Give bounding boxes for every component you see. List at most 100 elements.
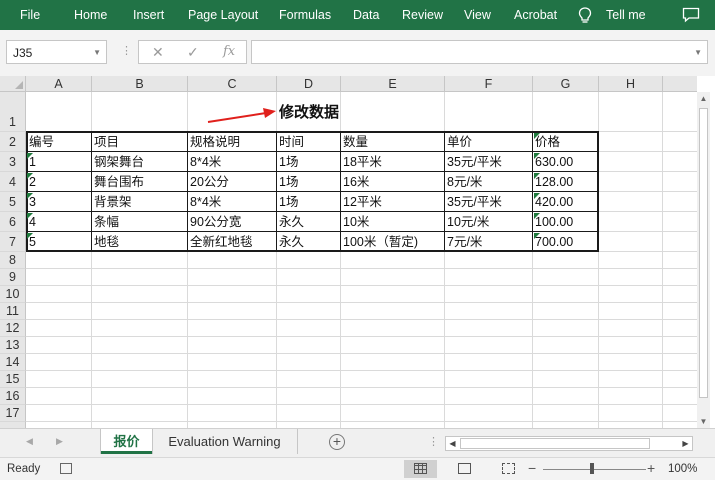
row-header-3[interactable]: 3 <box>0 152 26 172</box>
row-header-13[interactable]: 13 <box>0 337 26 354</box>
table-cell[interactable]: 永久 <box>277 232 340 252</box>
table-cell[interactable]: 永久 <box>277 212 340 232</box>
row-header-11[interactable]: 11 <box>0 303 26 320</box>
column-header-e[interactable]: E <box>341 76 445 92</box>
tab-scroll-left-icon[interactable]: ◀ <box>26 436 33 447</box>
column-header-g[interactable]: G <box>533 76 599 92</box>
table-cell[interactable]: 7元/米 <box>445 232 532 252</box>
header-cell-time[interactable]: 时间 <box>277 132 340 152</box>
comments-icon[interactable] <box>682 7 700 23</box>
tab-page-layout[interactable]: Page Layout <box>188 8 258 22</box>
tab-view[interactable]: View <box>464 8 491 22</box>
header-cell-quantity[interactable]: 数量 <box>341 132 444 152</box>
column-header-b[interactable]: B <box>92 76 188 92</box>
error-indicator-icon[interactable] <box>27 193 33 199</box>
cancel-icon[interactable]: ✕ <box>152 44 164 61</box>
sheet-tab-quote[interactable]: 报价 <box>101 429 152 454</box>
row-header-7[interactable]: 7 <box>0 232 26 252</box>
tab-scroll-right-icon[interactable]: ▶ <box>56 436 63 447</box>
vertical-dots-icon[interactable]: ⋮ <box>428 435 439 448</box>
name-box[interactable]: J35 ▼ <box>6 40 107 64</box>
table-cell[interactable]: 舞台围布 <box>92 172 187 192</box>
table-cell[interactable]: 35元/平米 <box>445 192 532 212</box>
row-header-12[interactable]: 12 <box>0 320 26 337</box>
scroll-right-icon[interactable]: ▶ <box>679 437 692 450</box>
tab-acrobat[interactable]: Acrobat <box>514 8 557 22</box>
sheet-tab-evaluation-warning[interactable]: Evaluation Warning <box>152 429 298 454</box>
table-cell[interactable]: 128.00 <box>533 172 598 192</box>
table-cell[interactable]: 1场 <box>277 172 340 192</box>
zoom-slider-handle[interactable] <box>590 463 594 474</box>
table-cell[interactable]: 背景架 <box>92 192 187 212</box>
table-cell[interactable]: 1场 <box>277 152 340 172</box>
row-header-15[interactable]: 15 <box>0 371 26 388</box>
table-cell[interactable]: 16米 <box>341 172 444 192</box>
row-header-5[interactable]: 5 <box>0 192 26 212</box>
scroll-left-icon[interactable]: ◀ <box>446 437 459 450</box>
error-indicator-icon[interactable] <box>27 173 33 179</box>
formula-input[interactable]: ▼ <box>251 40 708 64</box>
chevron-down-icon[interactable]: ▼ <box>93 48 101 57</box>
table-cell[interactable]: 全新红地毯 <box>188 232 276 252</box>
error-indicator-icon[interactable] <box>534 173 540 179</box>
tab-insert[interactable]: Insert <box>133 8 164 22</box>
header-cell-price[interactable]: 价格 <box>533 132 598 152</box>
row-header-16[interactable]: 16 <box>0 388 26 405</box>
row-header-9[interactable]: 9 <box>0 269 26 286</box>
column-header-h[interactable]: H <box>599 76 663 92</box>
table-cell[interactable]: 100米（暂定) <box>341 232 444 252</box>
tab-home[interactable]: Home <box>74 8 107 22</box>
table-cell[interactable]: 钢架舞台 <box>92 152 187 172</box>
select-all-corner[interactable] <box>0 76 26 92</box>
table-cell[interactable]: 35元/平米 <box>445 152 532 172</box>
tab-review[interactable]: Review <box>402 8 443 22</box>
column-header-c[interactable]: C <box>188 76 277 92</box>
row-header-4[interactable]: 4 <box>0 172 26 192</box>
table-cell[interactable]: 630.00 <box>533 152 598 172</box>
zoom-slider[interactable] <box>543 469 646 470</box>
chevron-down-icon[interactable]: ▼ <box>694 48 702 57</box>
table-cell[interactable]: 20公分 <box>188 172 276 192</box>
table-cell[interactable]: 90公分宽 <box>188 212 276 232</box>
table-cell[interactable]: 100.00 <box>533 212 598 232</box>
zoom-level[interactable]: 100% <box>668 463 697 475</box>
row-header-6[interactable]: 6 <box>0 212 26 232</box>
row-header-1[interactable]: 1 <box>0 92 26 132</box>
tab-formulas[interactable]: Formulas <box>279 8 331 22</box>
table-cell[interactable]: 条幅 <box>92 212 187 232</box>
lightbulb-icon[interactable] <box>578 7 592 24</box>
horizontal-scrollbar[interactable]: ◀ ▶ <box>445 436 693 451</box>
page-layout-view-button[interactable] <box>448 460 481 478</box>
zoom-in-button[interactable]: + <box>647 460 655 476</box>
error-indicator-icon[interactable] <box>534 233 540 239</box>
insert-function-icon[interactable]: fx <box>223 44 235 59</box>
error-indicator-icon[interactable] <box>534 153 540 159</box>
table-cell[interactable]: 3 <box>27 192 91 212</box>
table-cell[interactable]: 4 <box>27 212 91 232</box>
table-cell[interactable]: 420.00 <box>533 192 598 212</box>
table-cell[interactable]: 5 <box>27 232 91 252</box>
column-header-d[interactable]: D <box>277 76 341 92</box>
table-cell[interactable]: 12平米 <box>341 192 444 212</box>
normal-view-button[interactable] <box>404 460 437 478</box>
scroll-down-icon[interactable]: ▼ <box>697 415 710 428</box>
header-cell-id[interactable]: 编号 <box>27 132 91 152</box>
error-indicator-icon[interactable] <box>534 133 540 139</box>
table-cell[interactable]: 700.00 <box>533 232 598 252</box>
vertical-scrollbar[interactable]: ▲ ▼ <box>697 92 710 428</box>
table-cell[interactable]: 2 <box>27 172 91 192</box>
page-break-view-button[interactable] <box>492 460 525 478</box>
row-header-14[interactable]: 14 <box>0 354 26 371</box>
vertical-scroll-thumb[interactable] <box>699 108 708 398</box>
error-indicator-icon[interactable] <box>534 193 540 199</box>
table-cell[interactable]: 18平米 <box>341 152 444 172</box>
table-cell[interactable]: 地毯 <box>92 232 187 252</box>
row-header-2[interactable]: 2 <box>0 132 26 152</box>
table-cell[interactable]: 1场 <box>277 192 340 212</box>
table-cell[interactable]: 10元/米 <box>445 212 532 232</box>
tab-data[interactable]: Data <box>353 8 379 22</box>
table-cell[interactable]: 10米 <box>341 212 444 232</box>
add-sheet-button[interactable]: + <box>329 434 345 450</box>
worksheet-grid[interactable]: A B C D E F G H 1 2 3 4 5 6 7 8 9 10 11 … <box>0 76 715 428</box>
table-cell[interactable]: 8*4米 <box>188 192 276 212</box>
